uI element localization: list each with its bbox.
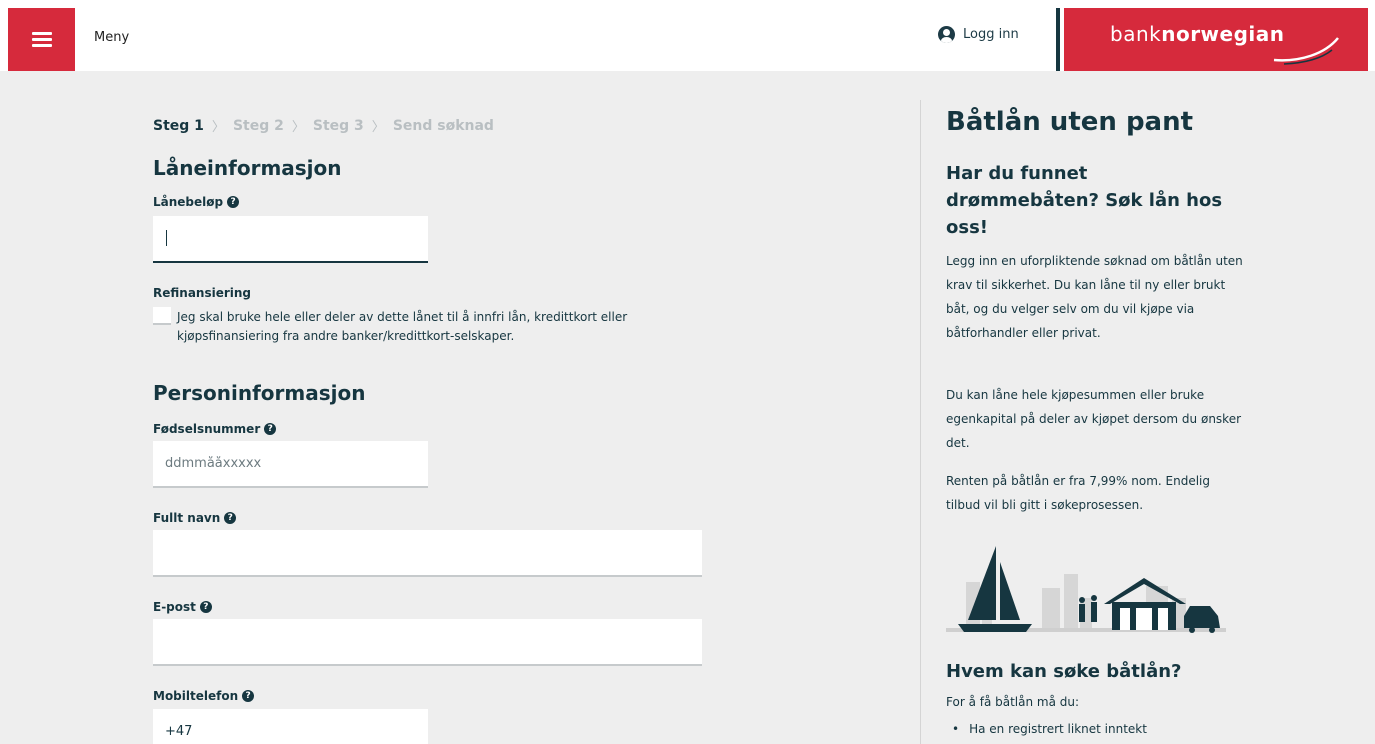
sidebar-paragraph: Legg inn en uforpliktende søknad om båtl… — [946, 254, 1243, 340]
loan-section-title: Låneinformasjon — [153, 156, 342, 180]
refinance-label: Refinansiering — [153, 286, 252, 300]
person-section-title: Personinformasjon — [153, 381, 366, 405]
step-1: Steg 1 — [153, 117, 204, 134]
help-icon[interactable]: ? — [224, 512, 237, 524]
help-icon[interactable]: ? — [264, 423, 277, 435]
user-icon — [938, 26, 955, 43]
full-name-input[interactable] — [153, 530, 702, 577]
sidebar-divider — [920, 100, 921, 744]
brand-logo-text: banknorwegian — [1110, 22, 1285, 46]
list-item: Ha en registrert liknet inntekt — [946, 722, 1147, 736]
email-input[interactable] — [153, 619, 702, 666]
brand-logo[interactable]: banknorwegian — [1064, 8, 1368, 71]
help-icon[interactable]: ? — [227, 196, 240, 208]
menu-icon — [31, 29, 52, 50]
sidebar-title: Båtlån uten pant — [946, 107, 1194, 137]
email-label: E-post? — [153, 600, 212, 614]
step-breadcrumb: Steg 1 〉 Steg 2 〉 Steg 3 〉 Send søknad — [153, 116, 494, 136]
sidebar-subtitle: Har du funnet drømmebåten? Søk lån hos o… — [946, 163, 1223, 238]
who-can-apply-intro: For å få båtlån må du: — [946, 695, 1080, 709]
loan-amount-label: Lånebeløp? — [153, 195, 240, 209]
top-header: Meny Logg inn banknorwegian — [0, 0, 1375, 71]
step-3: Steg 3 — [312, 117, 364, 134]
refinance-checkbox-text: Jeg skal bruke hele eller deler av dette… — [177, 310, 628, 343]
phone-label: Mobiltelefon? — [153, 689, 255, 703]
login-link[interactable]: Logg inn — [938, 26, 1019, 43]
chevron-right-icon: 〉 — [291, 120, 305, 135]
refinance-checkbox[interactable] — [153, 307, 171, 325]
step-send: Send søknad — [392, 117, 494, 134]
menu-button[interactable] — [8, 8, 75, 71]
help-icon[interactable]: ? — [242, 690, 255, 702]
header-divider — [1056, 8, 1060, 71]
requirements-list: Ha en registrert liknet inntekt — [946, 722, 1147, 736]
full-name-label: Fullt navn? — [153, 511, 237, 525]
ssn-input[interactable] — [153, 441, 428, 488]
brand-swoosh-icon — [1273, 37, 1339, 65]
chevron-right-icon: 〉 — [211, 120, 225, 135]
phone-input[interactable] — [153, 709, 428, 744]
menu-label[interactable]: Meny — [94, 30, 129, 45]
step-2: Steg 2 — [232, 117, 284, 134]
loan-amount-input[interactable] — [153, 216, 428, 263]
help-icon[interactable]: ? — [199, 601, 212, 613]
sidebar-paragraph: Du kan låne hele kjøpesummen eller bruke… — [946, 388, 1242, 450]
text-caret — [166, 230, 167, 246]
sidebar-paragraph: Renten på båtlån er fra 7,99% nom. Endel… — [946, 474, 1210, 512]
who-can-apply-title: Hvem kan søke båtlån? — [946, 661, 1182, 682]
ssn-label: Fødselsnummer? — [153, 422, 277, 436]
boat-house-illustration — [946, 546, 1226, 633]
login-label: Logg inn — [963, 27, 1019, 42]
chevron-right-icon: 〉 — [371, 120, 385, 135]
